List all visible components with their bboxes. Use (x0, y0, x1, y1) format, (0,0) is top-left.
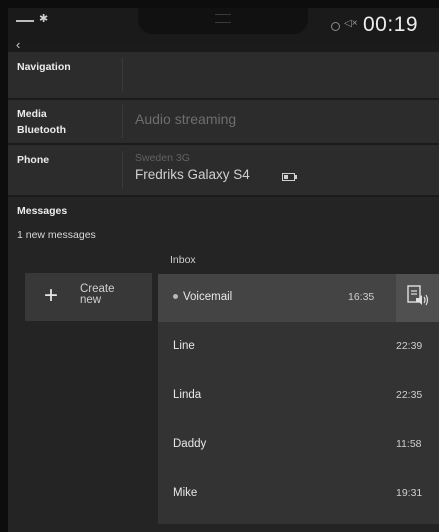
battery-level (284, 175, 288, 179)
list-item[interactable]: Daddy 11:58 (158, 421, 439, 469)
media-label: Media (17, 108, 47, 120)
media-tile[interactable]: Media Bluetooth Audio streaming (8, 100, 439, 143)
clock: 00:19 (363, 13, 419, 36)
network-label: Sweden 3G (135, 152, 190, 164)
list-item[interactable]: Line 22:39 (158, 323, 439, 371)
back-chevron-icon[interactable]: ‹ (16, 37, 20, 52)
media-value: Audio streaming (135, 111, 237, 127)
signal-icon (16, 20, 34, 22)
message-time: 19:31 (396, 487, 423, 499)
message-time: 11:58 (396, 438, 422, 450)
sender-name: Line (173, 340, 195, 352)
pull-down-handle[interactable] (138, 8, 308, 34)
new-messages-count: 1 new messages (17, 229, 96, 241)
message-time: 22:35 (396, 389, 423, 401)
grip-icon (215, 14, 231, 23)
phone-label: Phone (17, 154, 50, 166)
messages-tile: Messages 1 new messages Inbox + Create n… (8, 197, 439, 532)
inbox-list: Voicemail 16:35 Line 22:39 Linda 22:35 D… (158, 274, 439, 524)
message-sender: Voicemail (173, 291, 232, 303)
read-aloud-icon (407, 285, 429, 306)
inbox-label: Inbox (170, 254, 196, 266)
volume-muted-icon: ◁× (344, 18, 358, 29)
message-time: 22:39 (396, 340, 423, 352)
phone-tile[interactable]: Phone Sweden 3G Fredriks Galaxy S4 (8, 145, 439, 195)
create-label-line2: new (80, 294, 102, 306)
navigation-tile[interactable]: Navigation (8, 52, 439, 98)
create-new-label: Create new (80, 283, 130, 306)
plus-icon: + (44, 282, 59, 309)
list-item[interactable]: Mike 19:31 (158, 470, 439, 518)
sender-name: Mike (173, 487, 198, 499)
divider (122, 105, 123, 138)
create-new-button[interactable]: + Create new (25, 273, 152, 321)
sender-name: Voicemail (183, 291, 233, 303)
head-unit-screen: ✱ ‹ ◁× 00:19 Navigation Media Bluetooth … (8, 8, 439, 532)
battery-icon (282, 173, 297, 181)
status-bar: ✱ ‹ ◁× 00:19 (8, 8, 439, 57)
navigation-label: Navigation (17, 61, 71, 73)
divider (122, 58, 123, 92)
list-item[interactable]: Linda 22:35 (158, 372, 439, 420)
list-item-voicemail[interactable]: Voicemail 16:35 (158, 274, 439, 322)
media-source-label: Bluetooth (17, 124, 66, 136)
messages-title: Messages (17, 205, 68, 217)
unread-dot-icon (173, 294, 178, 299)
divider (122, 151, 123, 189)
recording-icon (331, 22, 340, 31)
sender-name: Linda (173, 389, 202, 401)
sender-name: Daddy (173, 438, 207, 450)
message-time: 16:35 (348, 291, 375, 303)
device-name: Fredriks Galaxy S4 (135, 167, 250, 182)
bluetooth-icon: ✱ (39, 13, 49, 25)
read-aloud-button[interactable] (396, 274, 439, 322)
